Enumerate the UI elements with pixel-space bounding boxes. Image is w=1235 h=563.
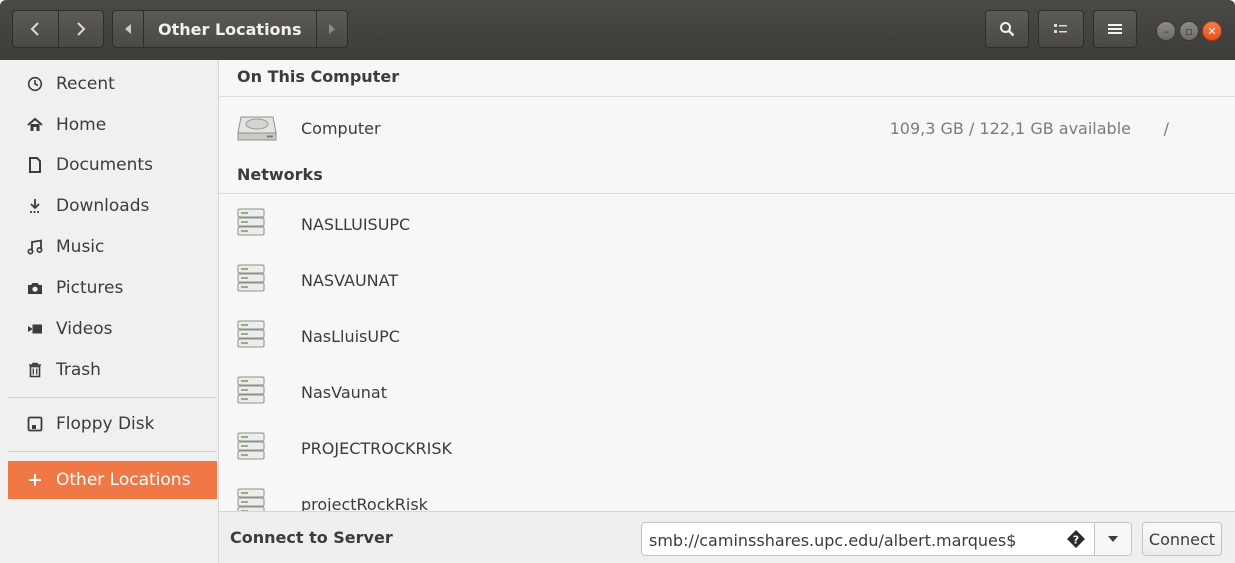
section-title-on-this-computer: On This Computer xyxy=(237,67,400,86)
header-bar: Other Locations – ▫ ✕ xyxy=(0,0,1235,60)
network-row[interactable]: NASVAUNAT xyxy=(219,252,1235,308)
network-server-icon xyxy=(237,261,265,299)
sidebar-item-label: Other Locations xyxy=(56,470,191,490)
path-button-other-locations[interactable]: Other Locations xyxy=(144,20,301,39)
path-scroll-right-button[interactable] xyxy=(316,11,347,47)
floppy-icon xyxy=(26,415,44,433)
sidebar-item-documents[interactable]: Documents xyxy=(8,146,217,184)
path-scroll-left-button[interactable] xyxy=(113,11,144,47)
location-row-computer[interactable]: Computer 109,3 GB / 122,1 GB available / xyxy=(219,100,1235,156)
home-icon xyxy=(26,116,44,134)
menu-button[interactable] xyxy=(1093,10,1137,48)
connect-to-server-label: Connect to Server xyxy=(230,528,393,547)
path-bar: Other Locations xyxy=(112,10,348,48)
network-row[interactable]: NASLLUISUPC xyxy=(219,196,1235,252)
list-view-icon xyxy=(1054,24,1067,33)
view-mode-button[interactable] xyxy=(1038,10,1084,48)
sidebar-item-label: Trash xyxy=(56,360,101,380)
sidebar-item-floppy-disk[interactable]: Floppy Disk xyxy=(8,405,217,443)
network-name: NasLluisUPC xyxy=(301,326,400,346)
sidebar-item-music[interactable]: Music xyxy=(8,228,217,266)
hard-drive-icon xyxy=(237,111,277,145)
network-server-icon xyxy=(237,485,265,511)
sidebar-separator xyxy=(8,451,217,452)
chevron-right-icon xyxy=(77,22,86,36)
section-title-networks: Networks xyxy=(237,165,323,184)
sidebar-item-recent[interactable]: Recent xyxy=(8,65,217,103)
minimize-button[interactable]: – xyxy=(1156,21,1176,41)
network-name: PROJECTROCKRISK xyxy=(301,438,452,458)
back-button[interactable] xyxy=(13,11,58,47)
server-address-combo: ? xyxy=(641,522,1132,557)
network-row[interactable]: PROJECTROCKRISK xyxy=(219,420,1235,476)
network-server-icon xyxy=(237,317,265,355)
recent-servers-dropdown-button[interactable] xyxy=(1094,523,1131,555)
forward-button[interactable] xyxy=(57,11,104,47)
sidebar-item-pictures[interactable]: Pictures xyxy=(8,269,217,307)
files-window: Other Locations – ▫ ✕ Recent Home Docume… xyxy=(0,0,1235,563)
sidebar-separator xyxy=(8,397,217,398)
close-button[interactable]: ✕ xyxy=(1202,21,1222,41)
sidebar-item-label: Videos xyxy=(56,319,113,339)
minimize-icon: – xyxy=(1163,24,1169,38)
network-row[interactable]: NasLluisUPC xyxy=(219,308,1235,364)
sidebar-item-label: Floppy Disk xyxy=(56,414,155,434)
sidebar-item-downloads[interactable]: Downloads xyxy=(8,187,217,225)
sidebar-item-label: Downloads xyxy=(56,196,150,216)
connect-button[interactable]: Connect xyxy=(1142,522,1222,556)
history-nav-group xyxy=(12,10,104,48)
search-icon xyxy=(1000,22,1015,37)
network-row[interactable]: projectRockRisk xyxy=(219,476,1235,511)
close-icon: ✕ xyxy=(1207,24,1217,38)
clock-icon xyxy=(26,75,44,93)
camera-icon xyxy=(26,279,44,297)
section-divider xyxy=(219,193,1235,194)
sidebar-item-label: Home xyxy=(56,115,107,135)
search-button[interactable] xyxy=(985,10,1029,48)
section-divider xyxy=(219,96,1235,97)
sidebar-item-label: Music xyxy=(56,237,105,257)
maximize-icon: ▫ xyxy=(1185,24,1193,38)
chevron-down-icon xyxy=(1108,536,1118,542)
triangle-left-icon xyxy=(125,24,131,34)
network-server-icon xyxy=(237,429,265,467)
sidebar-item-label: Recent xyxy=(56,74,115,94)
location-name: Computer xyxy=(301,118,381,138)
sidebar-item-label: Pictures xyxy=(56,278,124,298)
maximize-button[interactable]: ▫ xyxy=(1179,21,1199,41)
network-name: NASVAUNAT xyxy=(301,270,399,290)
network-row[interactable]: NasVaunat xyxy=(219,364,1235,420)
sidebar-item-home[interactable]: Home xyxy=(8,106,217,144)
network-server-icon xyxy=(237,205,265,243)
download-icon xyxy=(26,197,44,215)
network-name: NASLLUISUPC xyxy=(301,214,411,234)
music-icon xyxy=(26,238,44,256)
trash-icon xyxy=(26,361,44,379)
chevron-left-icon xyxy=(30,22,39,36)
locations-list: On This Computer Computer 109,3 GB / 122… xyxy=(219,60,1235,511)
help-icon[interactable]: ? xyxy=(1064,528,1088,550)
mount-path: / xyxy=(1163,118,1169,138)
hamburger-icon xyxy=(1108,24,1122,34)
sidebar-item-label: Documents xyxy=(56,155,153,175)
video-icon xyxy=(26,320,44,338)
document-icon xyxy=(26,156,44,174)
network-name: NasVaunat xyxy=(301,382,387,402)
network-name: projectRockRisk xyxy=(301,494,428,512)
triangle-right-icon xyxy=(329,24,335,34)
sidebar-item-trash[interactable]: Trash xyxy=(8,351,217,389)
window-controls: – ▫ ✕ xyxy=(1156,21,1222,41)
plus-icon xyxy=(26,471,44,489)
storage-info: 109,3 GB / 122,1 GB available xyxy=(889,118,1131,138)
network-server-icon xyxy=(237,373,265,411)
sidebar: Recent Home Documents Downloads Music Pi… xyxy=(0,60,219,563)
connect-to-server-bar: Connect to Server ? Connect xyxy=(219,511,1235,563)
sidebar-item-videos[interactable]: Videos xyxy=(8,310,217,348)
server-address-input[interactable] xyxy=(642,523,1071,557)
svg-text:?: ? xyxy=(1073,534,1079,547)
sidebar-item-other-locations[interactable]: Other Locations xyxy=(8,461,217,499)
